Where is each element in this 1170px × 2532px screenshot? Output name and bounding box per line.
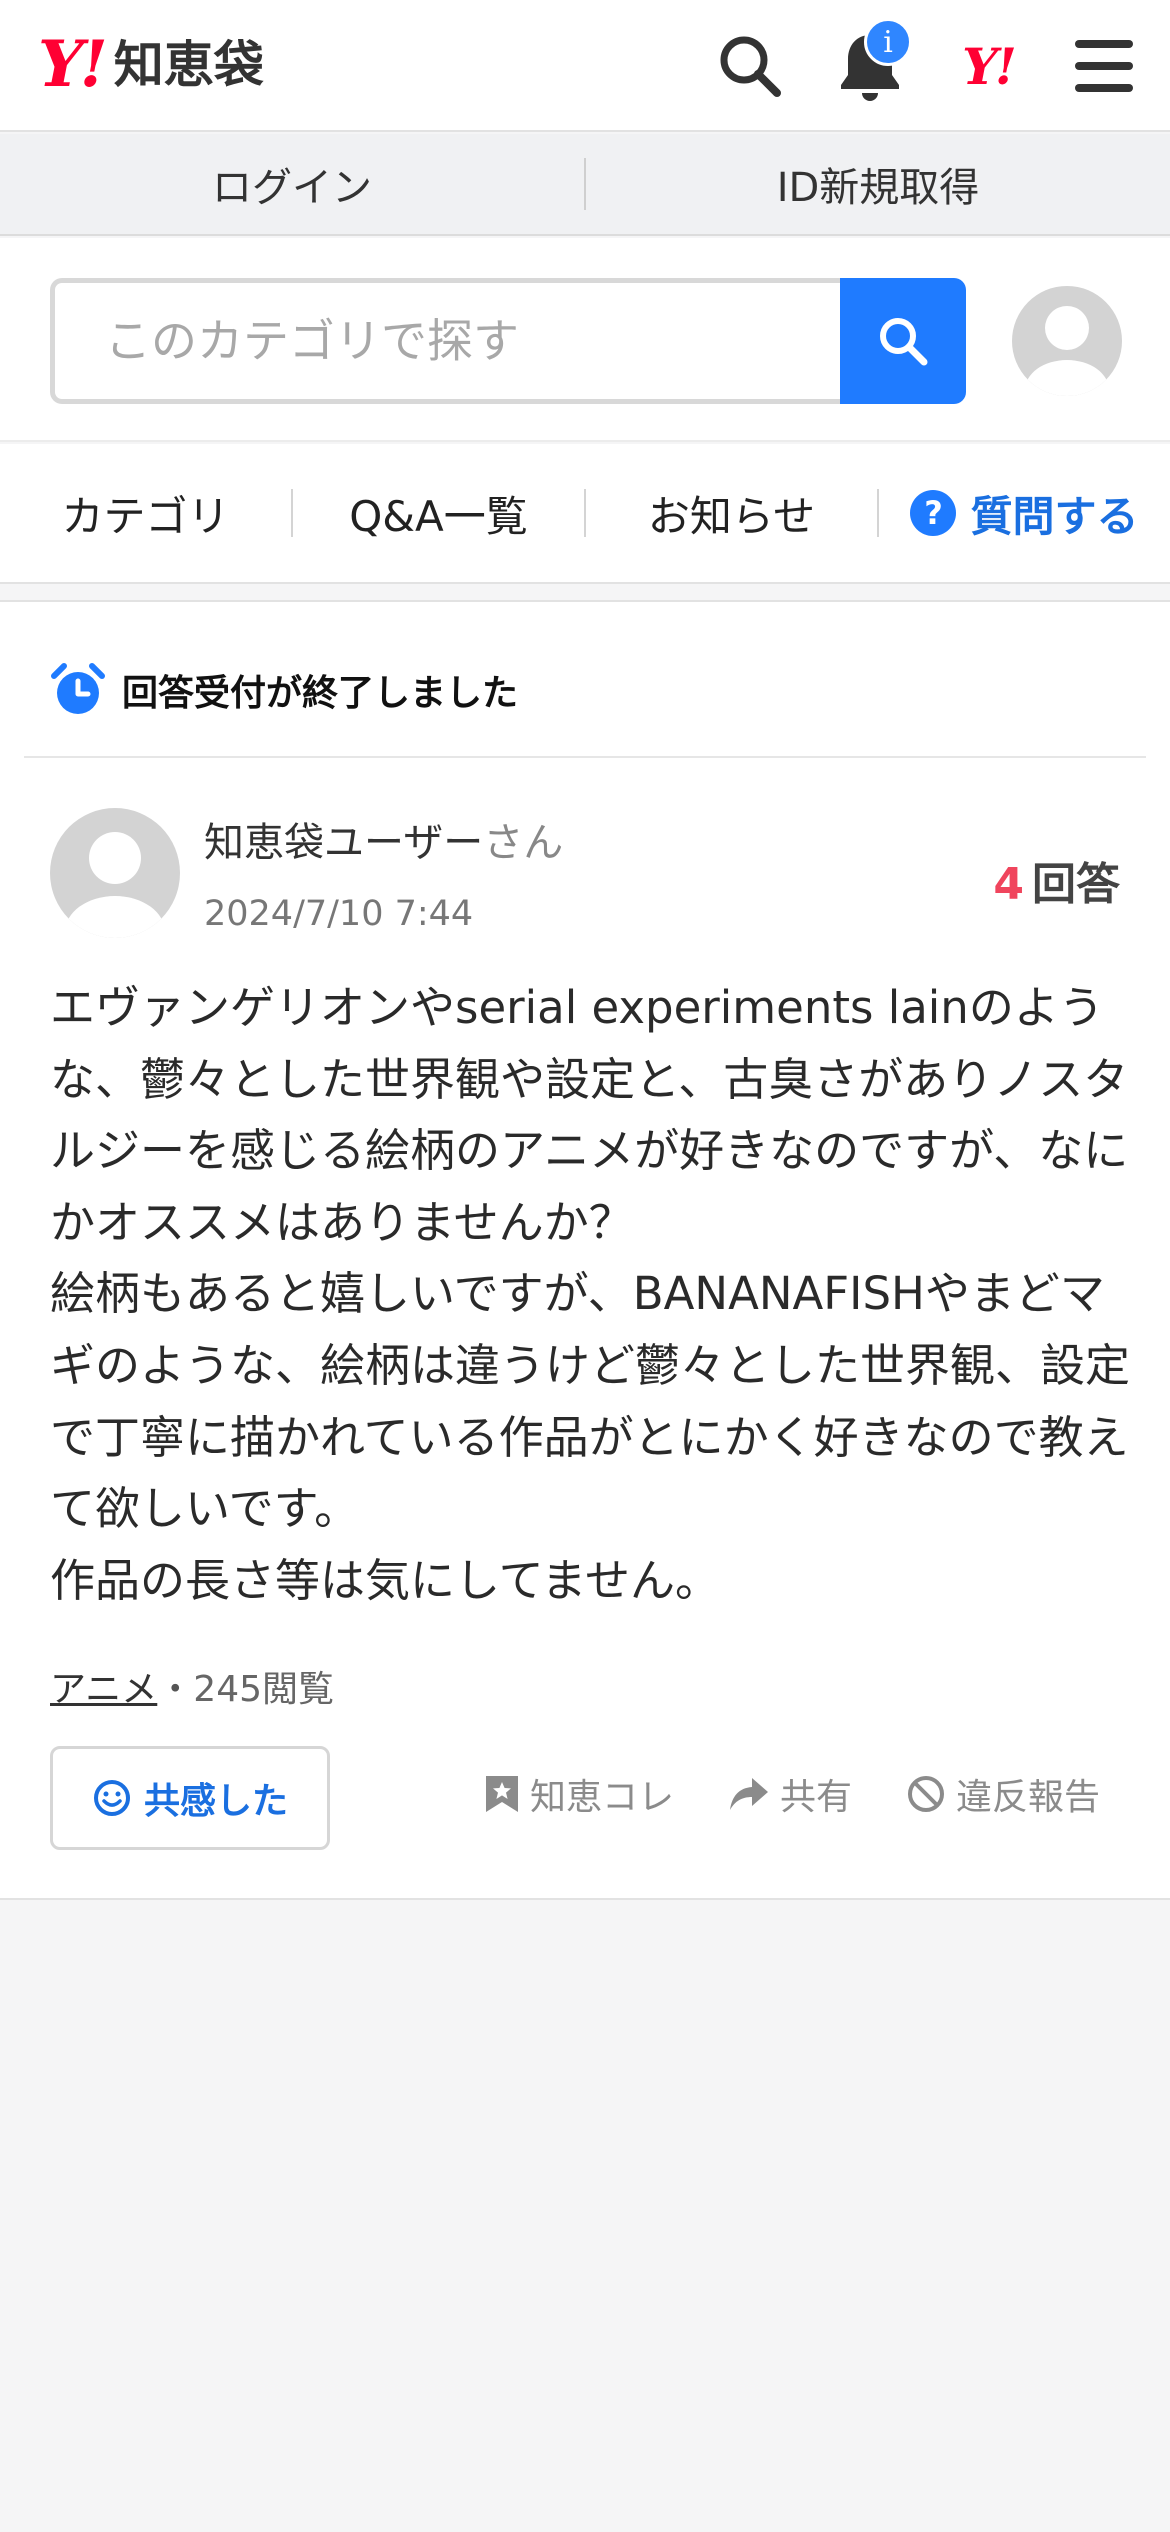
logo-name: 知恵袋 (113, 36, 264, 94)
alarm-clock-icon (51, 663, 105, 714)
question-actions: 知恵コレ 共有 違反報告 (484, 1768, 1100, 1820)
search-row (0, 238, 1170, 442)
avatar-icon (50, 808, 180, 938)
answer-count-number: 4 (993, 859, 1024, 910)
nav-category[interactable]: カテゴリ (0, 483, 291, 544)
share-label: 共有 (779, 1777, 852, 1818)
meta-separator: ・ (157, 1669, 194, 1710)
closed-notice-text: 回答受付が終了しました (122, 673, 519, 714)
yahoo-mark-icon: Y! (962, 36, 1017, 96)
question-meta: アニメ・245閲覧 (50, 1660, 334, 1712)
nav-news[interactable]: お知らせ (586, 483, 877, 544)
report-button[interactable]: 違反報告 (906, 1768, 1100, 1820)
question-mark-icon: ? (910, 490, 957, 536)
logo-y-mark: Y! (38, 27, 108, 102)
divider (24, 756, 1146, 758)
category-link[interactable]: アニメ (50, 1669, 157, 1710)
user-avatar[interactable] (1012, 286, 1122, 396)
yahoo-top-link[interactable]: Y! (950, 28, 1026, 104)
login-link[interactable]: ログイン (0, 155, 584, 213)
ask-label: 質問する (970, 491, 1139, 541)
save-label: 知恵コレ (529, 1777, 674, 1818)
question-body: エヴァンゲリオンやserial experiments lainのような、鬱々と… (50, 981, 1131, 1607)
asker-name: 知恵袋ユーザーさん (204, 810, 563, 868)
empathy-label: 共感した (143, 1781, 288, 1822)
answer-count-label: 回答 (1032, 859, 1120, 910)
notification-badge: i (864, 18, 912, 66)
asker-name-text: 知恵袋ユーザー (204, 820, 484, 866)
closed-notice: 回答受付が終了しました (50, 662, 518, 718)
search-icon (880, 318, 928, 366)
search-box (50, 278, 842, 404)
category-nav: カテゴリ Q&A一覧 お知らせ ? 質問する (0, 444, 1170, 584)
search-icon[interactable] (712, 28, 788, 104)
share-arrow-icon (729, 1778, 768, 1810)
bookmark-star-icon (485, 1776, 518, 1812)
avatar-icon (1012, 286, 1122, 396)
search-input[interactable] (105, 314, 842, 368)
smile-icon (93, 1780, 130, 1816)
prohibited-icon (907, 1776, 944, 1812)
save-button[interactable]: 知恵コレ (484, 1768, 674, 1820)
bell-icon[interactable]: i (832, 18, 912, 104)
nav-qa-list[interactable]: Q&A一覧 (293, 483, 584, 544)
login-bar: ログイン ID新規取得 (0, 134, 1170, 236)
view-count: 245閲覧 (193, 1669, 335, 1710)
register-link[interactable]: ID新規取得 (586, 155, 1170, 213)
asker-avatar (50, 808, 180, 938)
search-button[interactable] (840, 278, 966, 404)
chiebukuro-logo[interactable]: Y! 知恵袋 (38, 30, 264, 100)
ask-question-button[interactable]: ? 質問する (879, 483, 1170, 544)
app-header: Y! 知恵袋 i Y! (0, 0, 1170, 132)
empathy-button[interactable]: 共感した (50, 1746, 330, 1850)
question-card: 回答受付が終了しました 知恵袋ユーザーさん 2024/7/10 7:44 4 回答… (0, 600, 1170, 1900)
share-button[interactable]: 共有 (728, 1768, 852, 1820)
answer-count[interactable]: 4 回答 (993, 848, 1120, 912)
menu-icon[interactable] (1066, 28, 1142, 104)
report-label: 違反報告 (955, 1777, 1100, 1818)
question-date: 2024/7/10 7:44 (204, 894, 474, 934)
asker-suffix: さん (483, 820, 564, 866)
